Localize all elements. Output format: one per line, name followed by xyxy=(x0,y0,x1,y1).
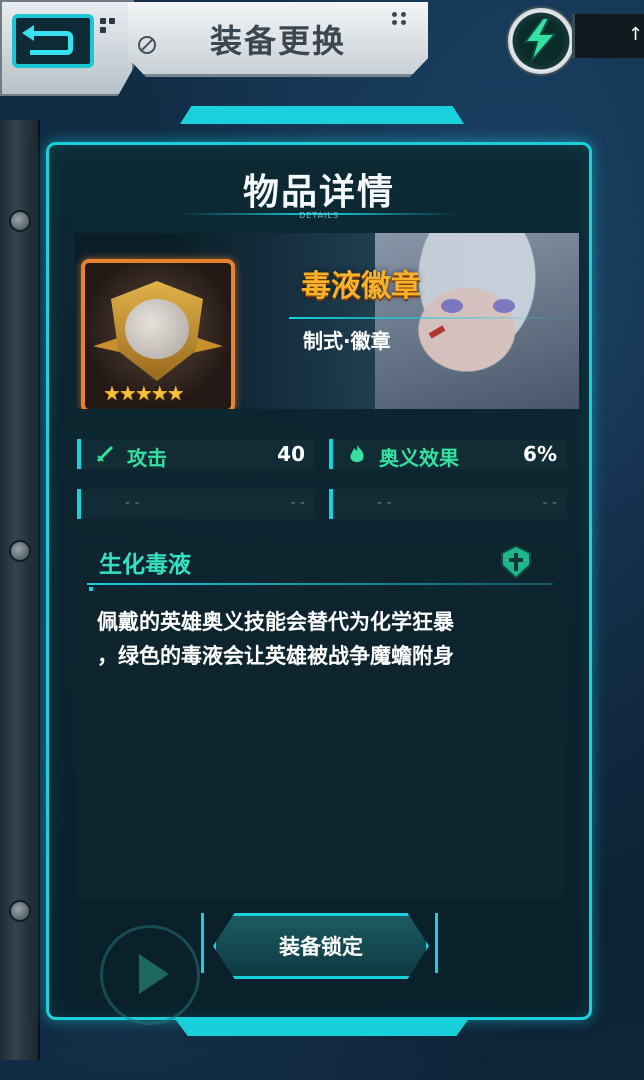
stat-empty-value: - - xyxy=(542,495,557,511)
item-detail-panel: 物品详情 DETAILS 毒液徽章 制式·徽章 ★★★★★ 攻击 40 奥义效果… xyxy=(46,142,592,1020)
stat-empty: - - - - xyxy=(329,489,567,519)
back-arrow-icon xyxy=(12,14,94,68)
bolt-icon xyxy=(9,900,31,922)
stat-value: 6% xyxy=(523,442,557,466)
divider xyxy=(289,317,579,319)
bolt-icon xyxy=(9,540,31,562)
stat-attack: 攻击 40 xyxy=(77,439,315,470)
item-type: 制式·徽章 xyxy=(303,329,391,353)
mech-frame-left xyxy=(0,120,40,1060)
sword-icon xyxy=(96,445,114,463)
skill-box: 生化毒液 佩戴的英雄奥义技能会替代为化学狂暴 ，绿色的毒液会让英雄被战争魔蟾附身 xyxy=(77,543,565,899)
item-icon-frame[interactable]: ★★★★★ xyxy=(81,259,235,409)
title-plate: 装备更换 xyxy=(128,2,428,77)
stat-empty: - - - - xyxy=(77,489,315,519)
panel-subtitle: DETAILS xyxy=(299,211,339,220)
skill-title: 生化毒液 xyxy=(99,552,191,578)
button-bracket-right xyxy=(421,913,438,973)
panel-title: 物品详情 xyxy=(242,172,395,213)
dots-decor-icon xyxy=(100,18,120,38)
panel-top-tab xyxy=(180,106,464,124)
top-bar: 装备更换 ↑ xyxy=(0,0,644,96)
stat-value: 40 xyxy=(277,442,305,466)
stat-empty-value: - - xyxy=(290,495,305,511)
stat-label: 攻击 xyxy=(127,446,167,470)
item-name: 毒液徽章 xyxy=(301,269,421,304)
page-title: 装备更换 xyxy=(209,22,346,60)
top-right-plate: ↑ xyxy=(572,14,644,58)
stat-empty-label: - - xyxy=(377,495,392,511)
item-header: 毒液徽章 制式·徽章 ★★★★★ xyxy=(75,233,579,409)
stat-ultimate: 奥义效果 6% xyxy=(329,439,567,470)
skill-description-line: 佩戴的英雄奥义技能会替代为化学狂暴 xyxy=(97,610,454,634)
top-right-text: ↑ xyxy=(627,24,643,45)
stat-label: 奥义效果 xyxy=(379,446,459,470)
energy-lightning-icon[interactable] xyxy=(506,6,576,76)
divider xyxy=(87,583,553,585)
play-icon xyxy=(100,925,200,1025)
shield-icon xyxy=(501,545,531,579)
skill-description: 佩戴的英雄奥义技能会替代为化学狂暴 ，绿色的毒液会让英雄被战争魔蟾附身 xyxy=(97,605,549,673)
back-button[interactable] xyxy=(0,0,134,96)
dots-decor-icon xyxy=(392,12,414,30)
badge-emblem-icon xyxy=(125,299,189,359)
bolt-icon xyxy=(9,210,31,232)
flame-icon xyxy=(350,445,364,462)
rarity-stars: ★★★★★ xyxy=(103,381,185,405)
skill-description-line: ，绿色的毒液会让英雄被战争魔蟾附身 xyxy=(97,644,454,668)
stat-empty-label: - - xyxy=(125,495,140,511)
lock-button-label: 装备锁定 xyxy=(279,935,363,959)
hero-portrait xyxy=(375,233,579,409)
lock-equipment-button[interactable]: 装备锁定 xyxy=(213,913,429,979)
panel-bottom-tab xyxy=(176,1020,468,1036)
